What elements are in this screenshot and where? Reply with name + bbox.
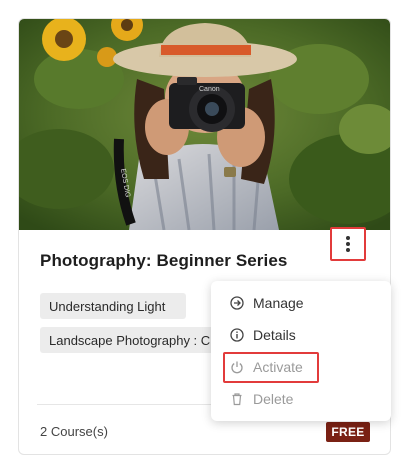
power-icon [229, 359, 245, 375]
camera-brand: Canon [199, 86, 220, 93]
tag-understanding-light: Understanding Light [40, 293, 186, 319]
photographer-image: Canon EOS DIG [19, 19, 390, 230]
course-title: Photography: Beginner Series [40, 251, 288, 270]
more-options-button[interactable] [330, 227, 366, 261]
arrow-right-circle-icon [229, 295, 245, 311]
course-count: 2 Course(s) [40, 424, 108, 439]
kebab-icon [346, 236, 350, 252]
menu-item-label: Details [253, 327, 296, 343]
course-thumbnail[interactable]: Canon EOS DIG [19, 19, 390, 230]
menu-item-activate[interactable]: Activate [229, 354, 303, 380]
menu-item-details[interactable]: Details [229, 322, 296, 348]
menu-item-label: Delete [253, 391, 294, 407]
options-menu: Manage Details Activate Delete [211, 281, 391, 421]
menu-item-label: Activate [253, 359, 303, 375]
price-badge: FREE [326, 422, 370, 442]
trash-icon [229, 391, 245, 407]
menu-item-manage[interactable]: Manage [229, 290, 304, 316]
menu-item-delete[interactable]: Delete [229, 386, 293, 412]
info-circle-icon [229, 327, 245, 343]
tag-landscape-photography: Landscape Photography : C [40, 327, 240, 353]
menu-item-label: Manage [253, 295, 304, 311]
